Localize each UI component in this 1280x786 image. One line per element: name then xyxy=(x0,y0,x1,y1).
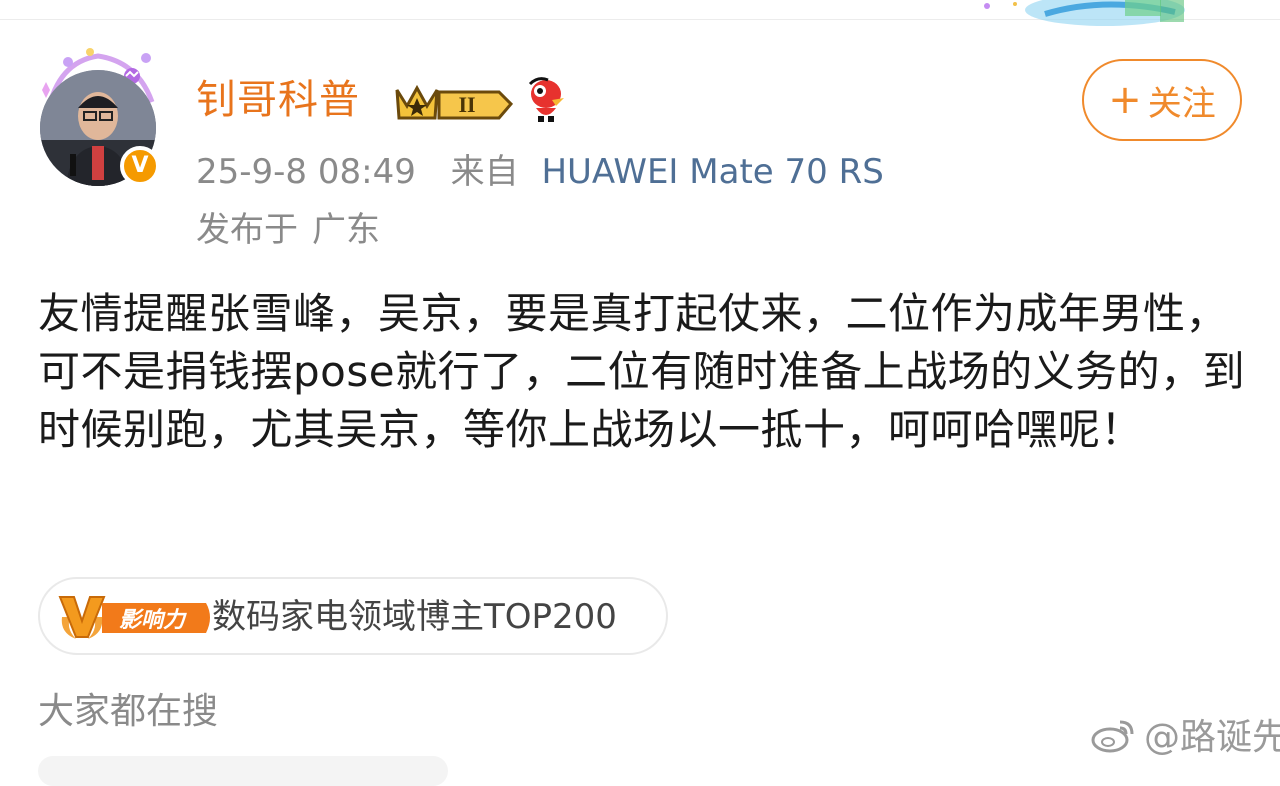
level-badge-text: II xyxy=(458,92,475,117)
author-avatar[interactable]: V xyxy=(28,42,168,192)
location-label: 发布于 xyxy=(196,210,298,250)
influence-badge-label: 影响力 xyxy=(119,608,187,633)
device-link[interactable]: HUAWEI Mate 70 RS xyxy=(541,152,883,192)
location-value: 广东 xyxy=(312,210,380,250)
follow-button[interactable]: + 关注 xyxy=(1082,59,1242,141)
verified-badge: V xyxy=(120,146,160,186)
watermark: @路诞先生 xyxy=(1090,712,1280,758)
trending-search-heading: 大家都在搜 xyxy=(38,691,219,732)
trending-search-item[interactable] xyxy=(38,756,448,786)
top-decoration-icon xyxy=(984,0,1185,26)
plus-icon: + xyxy=(1108,77,1142,123)
follow-button-label: 关注 xyxy=(1147,83,1216,124)
weibo-logo-icon xyxy=(1091,720,1134,753)
from-label: 来自 xyxy=(450,152,519,192)
influence-badge-icon: 影响力 xyxy=(58,596,210,639)
member-level-badge: II xyxy=(395,84,514,120)
post-meta: 25-9-8 08:49 来自 HUAWEI Mate 70 RS xyxy=(196,150,884,194)
author-name[interactable]: 钊哥科普 xyxy=(196,74,360,126)
influence-tag[interactable]: 影响力 数码家电领域博主TOP200 xyxy=(38,577,668,655)
post-location: 发布于 广东 xyxy=(196,208,380,252)
influence-text: 数码家电领域博主TOP200 xyxy=(212,597,617,637)
mascot-icon xyxy=(528,77,564,122)
post-body-text: 友情提醒张雪峰，吴京，要是真打起仗来，二位作为成年男性，可不是捐钱摆pose就行… xyxy=(38,289,1246,454)
watermark-text: @路诞先生 xyxy=(1144,717,1280,758)
post-time: 25-9-8 08:49 xyxy=(196,152,416,192)
